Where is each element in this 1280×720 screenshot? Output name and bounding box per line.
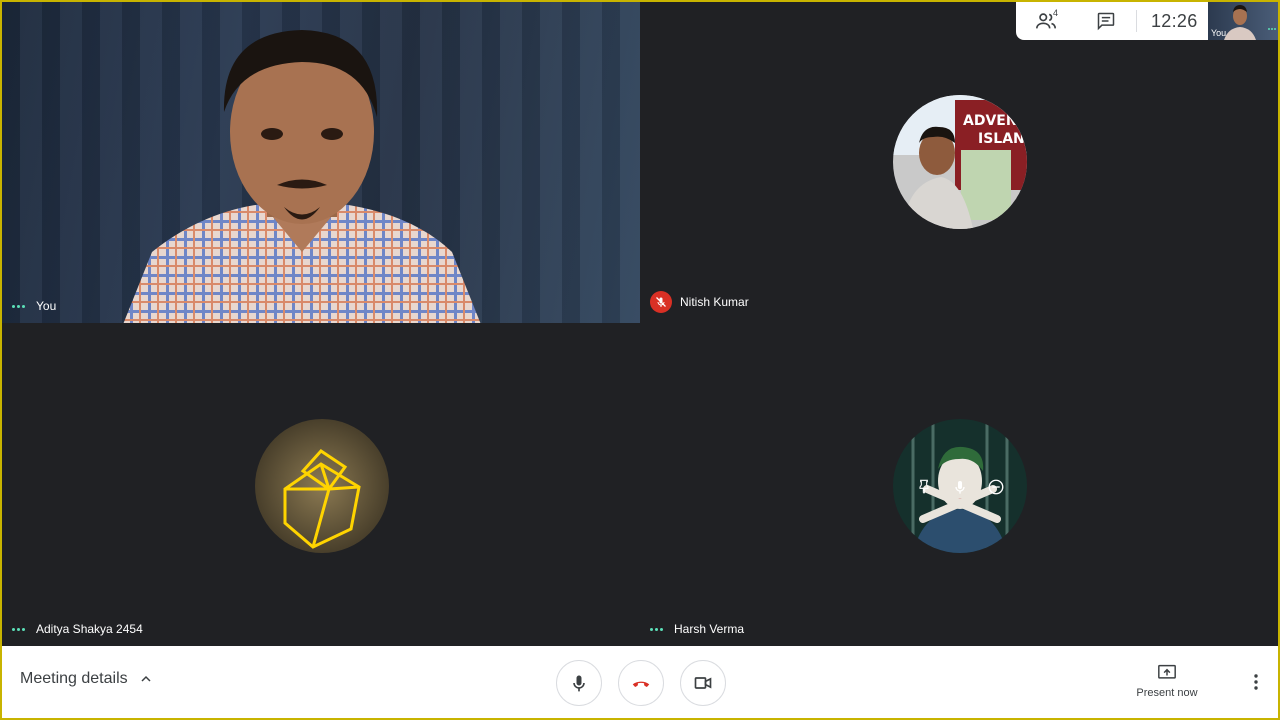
video-grid: You ADVENT ISLAN Nitish Kumar Aditya Sha… — [2, 2, 1272, 646]
participant-tile-aditya[interactable]: Aditya Shakya 2454 — [2, 323, 640, 646]
remove-icon[interactable] — [985, 476, 1007, 498]
self-thumb-label: You — [1211, 28, 1227, 38]
participants-button[interactable]: 4 — [1016, 2, 1076, 40]
leave-call-button[interactable] — [618, 660, 664, 706]
participant-avatar — [255, 419, 389, 553]
participant-name-label: Aditya Shakya 2454 — [12, 622, 143, 636]
participant-name: Nitish Kumar — [680, 295, 749, 309]
meeting-details-label: Meeting details — [20, 670, 128, 687]
participant-name: Harsh Verma — [674, 622, 745, 636]
participant-name-label: You — [12, 299, 56, 313]
participants-count: 4 — [1053, 8, 1059, 18]
chat-button[interactable] — [1076, 2, 1136, 40]
self-video-person — [123, 30, 481, 323]
present-now-button[interactable]: Present now — [1130, 664, 1204, 699]
participant-name-label: Nitish Kumar — [650, 291, 749, 313]
self-video-feed — [2, 2, 640, 323]
clock: 12:26 — [1151, 10, 1198, 31]
participant-name: Aditya Shakya 2454 — [36, 622, 143, 636]
camera-toggle-button[interactable] — [680, 660, 726, 706]
mic-icon — [573, 675, 585, 692]
hangup-icon — [632, 681, 650, 687]
mic-toggle-button[interactable] — [556, 660, 602, 706]
svg-text:ADVENT: ADVENT — [963, 113, 1027, 129]
svg-text:ISLAN: ISLAN — [978, 131, 1025, 147]
participant-name: You — [36, 299, 57, 313]
participant-tile-nitish[interactable]: ADVENT ISLAN Nitish Kumar — [640, 2, 1272, 323]
mic-icon[interactable] — [949, 476, 971, 498]
more-vert-icon — [1254, 674, 1258, 690]
mic-off-icon — [650, 291, 672, 313]
chevron-up-icon — [141, 675, 151, 682]
participant-name-label: Harsh Verma — [650, 622, 744, 636]
top-info-bar: 4 12:26 — [1016, 2, 1208, 40]
participant-tile-self[interactable]: You — [2, 2, 640, 323]
more-options-dots-icon[interactable] — [1268, 28, 1276, 30]
meeting-details-button[interactable]: Meeting details — [20, 670, 154, 688]
more-options-dots-icon[interactable] — [650, 627, 666, 631]
self-preview-thumbnail[interactable]: You — [1208, 2, 1278, 40]
more-options-dots-icon[interactable] — [12, 627, 28, 631]
participant-tile-harsh[interactable]: Harsh Verma — [640, 323, 1272, 646]
camera-icon — [694, 677, 712, 689]
tile-hover-controls — [895, 473, 1025, 501]
chat-icon — [1097, 12, 1115, 31]
more-options-button[interactable] — [1246, 672, 1266, 692]
bottom-control-bar: Meeting details Present now — [2, 646, 1278, 718]
call-controls — [556, 660, 726, 706]
participant-avatar: ADVENT ISLAN — [893, 95, 1027, 229]
more-options-dots-icon[interactable] — [12, 304, 28, 308]
pin-icon[interactable] — [913, 476, 935, 498]
present-now-label: Present now — [1136, 687, 1198, 699]
present-icon — [1158, 664, 1176, 679]
